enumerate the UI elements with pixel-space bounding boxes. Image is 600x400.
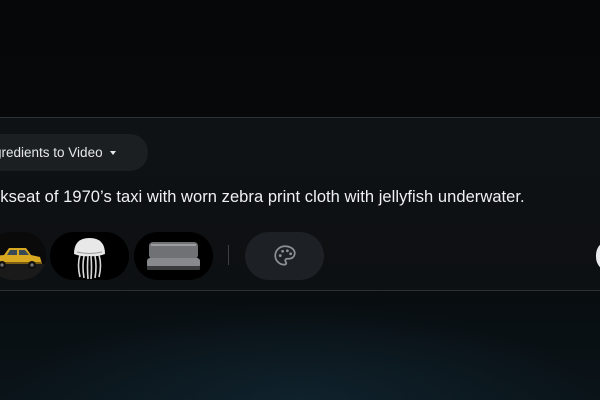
ingredient-taxi-thumbnail[interactable] (0, 232, 46, 280)
toolbar-divider (228, 245, 229, 265)
palette-icon (273, 245, 296, 266)
chevron-down-icon (109, 150, 116, 155)
ingredient-backseat-thumbnail[interactable] (134, 232, 213, 280)
prompt-text[interactable]: ckseat of 1970’s taxi with worn zebra pr… (0, 188, 600, 207)
app-background: gredients to Video ckseat of 1970’s taxi… (0, 0, 600, 400)
jellyfish-icon (50, 232, 129, 280)
mode-selector-button[interactable]: gredients to Video (0, 134, 148, 171)
style-palette-button[interactable] (245, 232, 324, 280)
mode-selector-label: gredients to Video (0, 145, 103, 160)
car-seat-icon (134, 232, 213, 280)
taxi-icon (0, 232, 46, 280)
ingredient-jellyfish-thumbnail[interactable] (50, 232, 129, 280)
